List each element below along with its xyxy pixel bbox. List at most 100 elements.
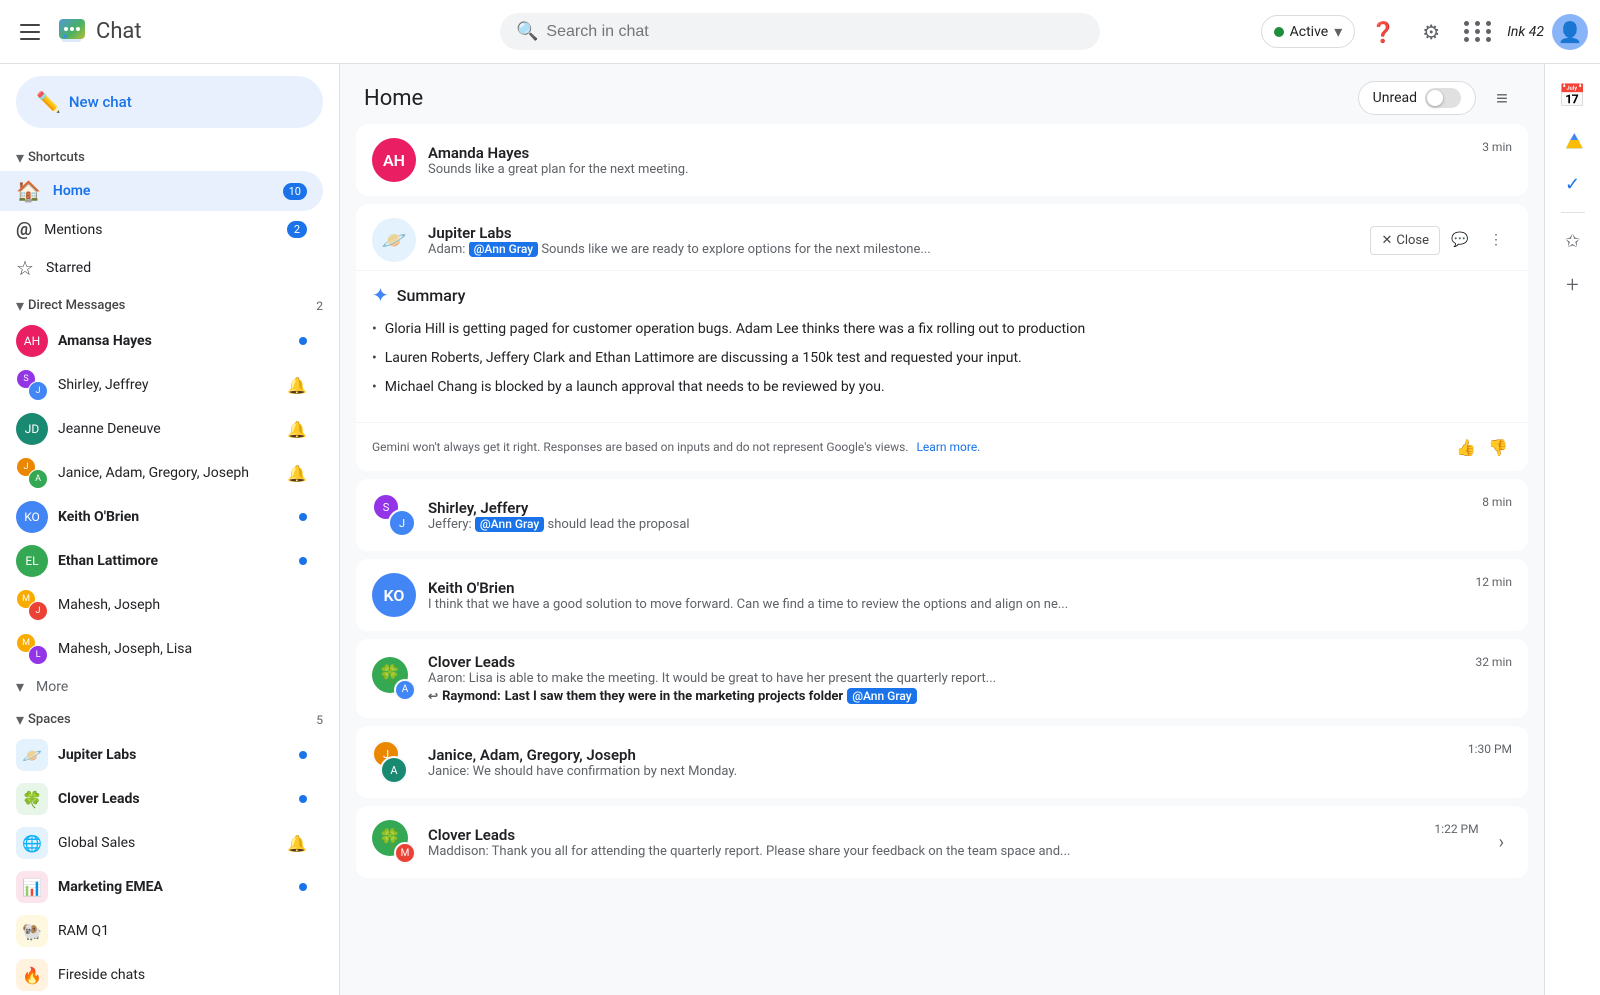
- filter-button[interactable]: ≡: [1484, 80, 1520, 116]
- gemini-actions: 👍 👎: [1452, 433, 1512, 461]
- conv-card-clover1[interactable]: 🍀 A Clover Leads Aaron: Lisa is able to …: [356, 639, 1528, 718]
- tasks-side-icon[interactable]: ✓: [1553, 164, 1593, 204]
- new-chat-label: New chat: [69, 93, 132, 111]
- add-side-icon[interactable]: +: [1553, 265, 1593, 305]
- disclaimer-text: Gemini won't always get it right. Respon…: [372, 440, 908, 454]
- space-item-fireside[interactable]: 🔥 Fireside chats: [0, 953, 323, 995]
- starred-icon: ☆: [16, 256, 34, 280]
- dm-chevron: ▾: [16, 296, 24, 315]
- dm-item-keith[interactable]: KO Keith O'Brien: [0, 495, 323, 539]
- settings-button[interactable]: ⚙: [1411, 12, 1451, 52]
- app-name: Chat: [96, 19, 142, 44]
- thumbs-down-button[interactable]: 👎: [1484, 433, 1512, 461]
- mentions-icon: @: [16, 219, 32, 240]
- space-unread-clover: [299, 795, 307, 803]
- conv-name-janice: Janice, Adam, Gregory, Joseph: [428, 746, 1456, 764]
- conv-body-clover1: Clover Leads Aaron: Lisa is able to make…: [428, 653, 1463, 704]
- chevron-right-icon: ›: [1499, 832, 1504, 853]
- conv-preview-keith: I think that we have a good solution to …: [428, 597, 1463, 612]
- unread-toggle[interactable]: Unread: [1358, 81, 1476, 115]
- shortcuts-chevron: ▾: [16, 148, 24, 167]
- new-chat-button[interactable]: ✏️ New chat: [16, 76, 323, 128]
- conv-time-keith: 12 min: [1475, 573, 1512, 589]
- dm-item-amansa[interactable]: AH Amansa Hayes: [0, 319, 323, 363]
- dm-mute-shirley: 🔔: [287, 376, 307, 395]
- dm-avatar-mahesh1: M J: [16, 589, 48, 621]
- space-item-marketing[interactable]: 📊 Marketing EMEA: [0, 865, 323, 909]
- conv-avatar-keith: KO: [372, 573, 416, 617]
- dm-unread-keith: [299, 513, 307, 521]
- search-input[interactable]: [546, 23, 1084, 41]
- more-button[interactable]: ▾ More: [0, 671, 339, 702]
- more-button-jupiter[interactable]: ⋮: [1480, 224, 1512, 256]
- space-item-global[interactable]: 🌐 Global Sales 🔔: [0, 821, 323, 865]
- dm-item-janice-group[interactable]: J A Janice, Adam, Gregory, Joseph 🔔: [0, 451, 323, 495]
- sidebar-item-home[interactable]: 🏠 Home 10: [0, 171, 323, 211]
- sidebar-label-home: Home: [53, 183, 271, 199]
- topbar-left: Chat: [12, 14, 352, 50]
- expand-clover2[interactable]: ›: [1491, 828, 1512, 857]
- summary-item-2: Lauren Roberts, Jeffery Clark and Ethan …: [372, 348, 1512, 369]
- menu-button[interactable]: [12, 14, 48, 50]
- dm-item-mahesh1[interactable]: M J Mahesh, Joseph: [0, 583, 323, 627]
- starred-side-icon[interactable]: ✩: [1553, 221, 1593, 261]
- home-badge: 10: [283, 183, 307, 200]
- conv-time-shirley: 8 min: [1482, 493, 1512, 509]
- mention-tag-jupiter: @Ann Gray: [469, 242, 538, 257]
- conv-preview-clover2: Maddison: Thank you all for attending th…: [428, 844, 1422, 859]
- sidebar-item-mentions[interactable]: @ Mentions 2: [0, 211, 323, 248]
- summary-header: ✦ Summary: [372, 283, 1512, 307]
- space-name-clover: Clover Leads: [58, 791, 289, 807]
- space-item-ram[interactable]: 🐏 RAM Q1: [0, 909, 323, 953]
- conv-name-amanda: Amanda Hayes: [428, 144, 1470, 162]
- conv-body-amanda: Amanda Hayes Sounds like a great plan fo…: [428, 144, 1470, 177]
- summary-item-1: Gloria Hill is getting paged for custome…: [372, 319, 1512, 340]
- unread-switch[interactable]: [1425, 88, 1461, 108]
- unread-label: Unread: [1373, 90, 1417, 106]
- calendar-side-icon[interactable]: 📅: [1553, 76, 1593, 116]
- conv-card-janice[interactable]: J A Janice, Adam, Gregory, Joseph Janice…: [356, 726, 1528, 798]
- shortcuts-section-header[interactable]: ▾ Shortcuts: [0, 140, 339, 171]
- dm-section-header[interactable]: ▾ Direct Messages 2: [0, 288, 339, 319]
- dm-item-shirley[interactable]: S J Shirley, Jeffrey 🔔: [0, 363, 323, 407]
- search-bar[interactable]: 🔍: [500, 13, 1100, 50]
- status-button[interactable]: Active ▾: [1261, 15, 1356, 48]
- dm-unread-amansa: [299, 337, 307, 345]
- topbar-right: Active ▾ ❓ ⚙ Ink 42 👤: [1248, 12, 1588, 52]
- dm-avatar-shirley: S J: [16, 369, 48, 401]
- reply-button-jupiter[interactable]: 💬: [1444, 224, 1476, 256]
- dm-item-jeanne[interactable]: JD Jeanne Deneuve 🔔: [0, 407, 323, 451]
- space-item-jupiter[interactable]: 🪐 Jupiter Labs: [0, 733, 323, 777]
- space-item-clover[interactable]: 🍀 Clover Leads: [0, 777, 323, 821]
- main-content: Home Unread ≡ AH Amanda Hayes Sounds lik…: [340, 64, 1544, 995]
- learn-more-link[interactable]: Learn more.: [916, 440, 980, 454]
- conv-time-amanda: 3 min: [1482, 138, 1512, 154]
- conv-body-janice: Janice, Adam, Gregory, Joseph Janice: We…: [428, 746, 1456, 779]
- sidebar-label-mentions: Mentions: [44, 222, 275, 238]
- apps-button[interactable]: [1459, 12, 1499, 52]
- jupiter-actions: ✕ Close 💬 ⋮: [1370, 224, 1512, 256]
- drive-side-icon[interactable]: [1553, 120, 1593, 160]
- dm-avatar-amansa: AH: [16, 325, 48, 357]
- conv-preview-jupiter: Adam: @Ann Gray Sounds like we are ready…: [428, 242, 1358, 257]
- spaces-count: 5: [316, 713, 323, 727]
- conv-preview-clover1-line2: ↩ Raymond: Last I saw them they were in …: [428, 688, 1463, 704]
- close-button-jupiter[interactable]: ✕ Close: [1370, 226, 1440, 255]
- thumbs-up-button[interactable]: 👍: [1452, 433, 1480, 461]
- conv-card-jupiter[interactable]: 🪐 Jupiter Labs Adam: @Ann Gray Sounds li…: [356, 204, 1528, 471]
- spaces-section-header[interactable]: ▾ Spaces 5: [0, 702, 339, 733]
- dm-avatar-mahesh2: M L: [16, 633, 48, 665]
- conv-card-shirley[interactable]: S J Shirley, Jeffery Jeffery: @Ann Gray …: [356, 479, 1528, 551]
- conv-card-amanda[interactable]: AH Amanda Hayes Sounds like a great plan…: [356, 124, 1528, 196]
- help-button[interactable]: ❓: [1363, 12, 1403, 52]
- conv-card-keith[interactable]: KO Keith O'Brien I think that we have a …: [356, 559, 1528, 631]
- dm-item-ethan[interactable]: EL Ethan Lattimore: [0, 539, 323, 583]
- conv-avatar-shirley: S J: [372, 493, 416, 537]
- search-icon: 🔍: [516, 21, 538, 42]
- dm-item-mahesh2[interactable]: M L Mahesh, Joseph, Lisa: [0, 627, 323, 671]
- conv-card-clover2[interactable]: 🍀 M Clover Leads Maddison: Thank you all…: [356, 806, 1528, 878]
- home-icon: 🏠: [16, 179, 41, 203]
- dm-mute-jeanne: 🔔: [287, 420, 307, 439]
- user-avatar[interactable]: 👤: [1552, 14, 1588, 50]
- sidebar-item-starred[interactable]: ☆ Starred: [0, 248, 323, 288]
